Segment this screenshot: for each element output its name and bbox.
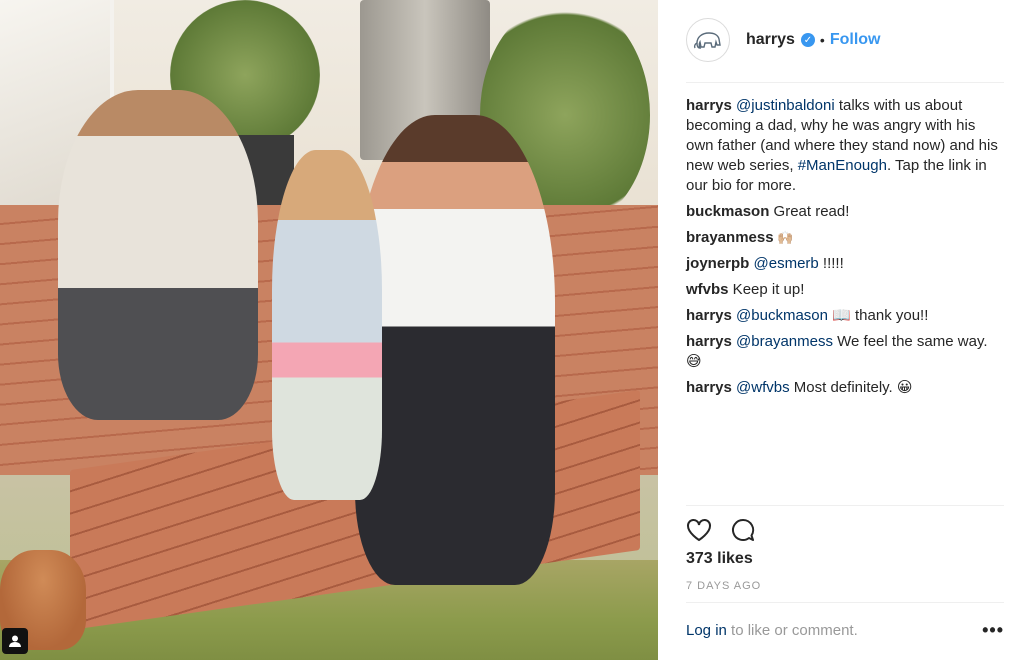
list-item: harrys @wfvbs Most definitely. 😀	[686, 378, 1006, 398]
list-item: buckmason Great read!	[686, 202, 1006, 222]
comment-text: We feel the same way. 😅	[686, 333, 988, 370]
divider	[686, 82, 1004, 83]
heart-icon[interactable]	[686, 518, 712, 547]
comment-text: !!!!!	[818, 255, 844, 272]
comment-username[interactable]: harrys	[686, 333, 732, 350]
comment-text: Keep it up!	[728, 281, 805, 298]
photo-child	[272, 150, 382, 500]
list-item: brayanmess 🙌🏼	[686, 228, 1006, 248]
follow-button[interactable]: Follow	[830, 31, 881, 49]
list-item: wfvbs Keep it up!	[686, 280, 1006, 300]
comment-mention[interactable]: @buckmason	[736, 307, 828, 324]
comments-list: harrys @justinbaldoni talks with us abou…	[686, 96, 1006, 404]
instagram-post: harrys ✓ • Follow harrys @justinbaldoni …	[0, 0, 1024, 660]
login-link[interactable]: Log in	[686, 622, 727, 639]
comment-username[interactable]: buckmason	[686, 203, 769, 220]
post-header: harrys ✓ • Follow	[686, 18, 1004, 62]
comment-mention[interactable]: @esmerb	[754, 255, 819, 272]
comment-icon[interactable]	[730, 518, 756, 547]
caption-mention[interactable]: @justinbaldoni	[736, 97, 835, 114]
post-username[interactable]: harrys	[746, 31, 795, 49]
comment-username[interactable]: joynerpb	[686, 255, 749, 272]
mammoth-icon[interactable]	[686, 18, 730, 62]
comment-username[interactable]: harrys	[686, 307, 732, 324]
caption-username[interactable]: harrys	[686, 97, 732, 114]
comment-username[interactable]: harrys	[686, 379, 732, 396]
post-photo[interactable]	[0, 0, 658, 660]
photo-father	[355, 115, 555, 585]
post-sidebar: harrys ✓ • Follow harrys @justinbaldoni …	[658, 0, 1024, 660]
list-item: harrys @buckmason 📖 thank you!!	[686, 306, 1006, 326]
post-date: 7 DAYS AGO	[686, 580, 762, 592]
list-item: harrys @brayanmess We feel the same way.…	[686, 332, 1006, 372]
photo-mother	[58, 90, 258, 420]
divider	[686, 602, 1004, 603]
comment-text: 🙌🏼	[773, 230, 794, 245]
verified-badge-icon: ✓	[800, 33, 815, 47]
caption-hashtag[interactable]: #ManEnough	[798, 157, 887, 174]
user-icon[interactable]	[2, 628, 28, 654]
comment-mention[interactable]: @brayanmess	[736, 333, 833, 350]
comment-text: Most definitely. 😀	[789, 379, 913, 396]
comment-text: 📖 thank you!!	[827, 307, 929, 324]
comment-mention[interactable]: @wfvbs	[736, 379, 790, 396]
comment-text: Great read!	[769, 203, 850, 220]
list-item: joynerpb @esmerb !!!!!	[686, 254, 1006, 274]
caption: harrys @justinbaldoni talks with us abou…	[686, 96, 1006, 196]
header-separator: •	[819, 32, 825, 48]
comment-username[interactable]: wfvbs	[686, 281, 729, 298]
login-text: to like or comment.	[726, 622, 858, 639]
comment-username[interactable]: brayanmess	[686, 229, 774, 246]
divider	[686, 505, 1004, 506]
likes-count[interactable]: 373 likes	[686, 550, 753, 568]
more-options-icon[interactable]: •••	[982, 620, 1004, 641]
post-actions	[686, 518, 756, 547]
login-prompt: Log in to like or comment.	[686, 622, 858, 639]
